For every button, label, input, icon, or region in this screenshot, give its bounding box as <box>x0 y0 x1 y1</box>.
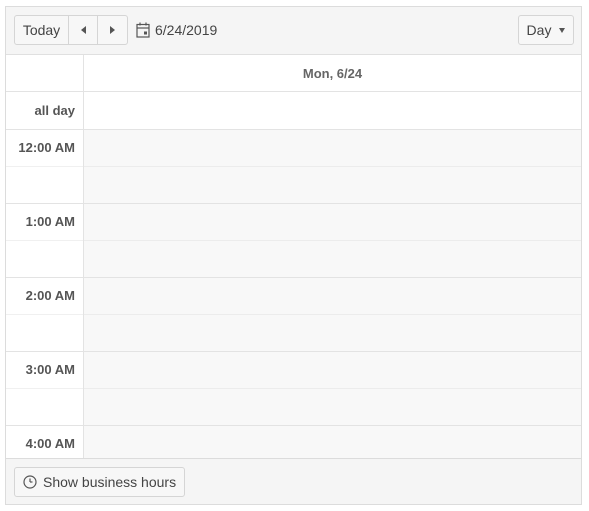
view-selector-label: Day <box>526 22 552 38</box>
all-day-cell[interactable] <box>84 92 581 130</box>
time-slot-label-row: 12:00 AM <box>6 130 83 204</box>
half-hour-divider <box>6 388 83 389</box>
day-column: Mon, 6/24 <box>84 55 581 459</box>
previous-button[interactable] <box>69 16 98 44</box>
time-slot-cell[interactable] <box>84 130 581 204</box>
time-slot-cell[interactable] <box>84 204 581 278</box>
time-slot-label-row: 1:00 AM <box>6 204 83 278</box>
half-hour-divider <box>6 240 83 241</box>
half-hour-divider <box>84 240 581 241</box>
time-slot-label-row: 4:00 AM <box>6 426 83 459</box>
time-slot-cell[interactable] <box>84 352 581 426</box>
scheduler-toolbar: Today 6/24/2019 Day <box>6 7 581 54</box>
chevron-down-icon <box>559 27 566 33</box>
view-selector-button[interactable]: Day <box>518 15 574 45</box>
calendar-icon <box>136 22 150 38</box>
next-button[interactable] <box>98 16 127 44</box>
time-label: 2:00 AM <box>25 288 75 303</box>
show-business-hours-button[interactable]: Show business hours <box>14 467 186 497</box>
time-column: all day 12:00 AM 1:00 AM 2:00 AM 3:00 AM… <box>6 55 84 459</box>
today-button[interactable]: Today <box>15 16 69 44</box>
half-hour-divider <box>84 388 581 389</box>
half-hour-divider <box>6 314 83 315</box>
show-business-hours-label: Show business hours <box>43 474 177 490</box>
scheduler-footer: Show business hours <box>6 458 581 504</box>
time-slot-label-row: 3:00 AM <box>6 352 83 426</box>
half-hour-divider <box>6 166 83 167</box>
clock-icon <box>23 475 37 489</box>
time-label: 3:00 AM <box>25 362 75 377</box>
time-slot-label-row: 2:00 AM <box>6 278 83 352</box>
time-column-header <box>6 55 83 92</box>
time-slot-cell[interactable] <box>84 426 581 459</box>
navigation-button-group: Today <box>14 15 128 45</box>
all-day-label: all day <box>6 92 83 130</box>
current-date-picker[interactable]: 6/24/2019 <box>136 15 217 45</box>
half-hour-divider <box>84 166 581 167</box>
triangle-left-icon <box>80 26 86 34</box>
half-hour-divider <box>84 314 581 315</box>
time-label: 12:00 AM <box>18 140 75 155</box>
current-date-label: 6/24/2019 <box>155 22 218 38</box>
time-slot-cell[interactable] <box>84 278 581 352</box>
triangle-right-icon <box>110 26 115 34</box>
time-label: 1:00 AM <box>25 214 75 229</box>
scheduler: Today 6/24/2019 Day all day 12:00 AM 1:0… <box>5 6 582 505</box>
time-label: 4:00 AM <box>25 436 75 451</box>
day-view-grid: all day 12:00 AM 1:00 AM 2:00 AM 3:00 AM… <box>6 54 581 459</box>
day-column-header[interactable]: Mon, 6/24 <box>84 55 581 92</box>
